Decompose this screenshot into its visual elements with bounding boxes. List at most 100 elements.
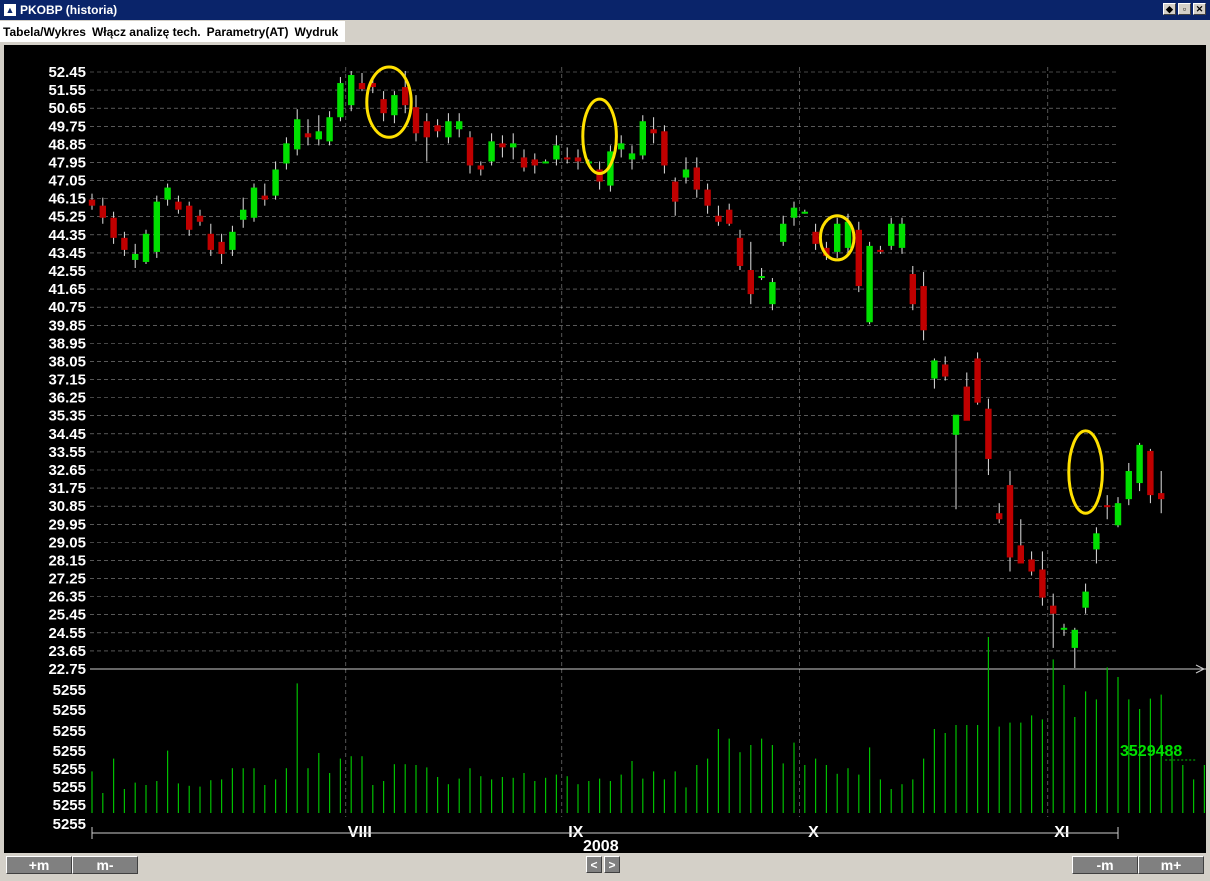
candle-body: [834, 223, 841, 252]
candle-body: [391, 95, 398, 116]
annotation-circle: [1067, 429, 1104, 515]
candle-body: [898, 223, 906, 248]
window-controls: ◆ ▫ ✕: [1163, 3, 1206, 15]
volume-tick-label: 5255: [53, 779, 86, 796]
zoom-in-left-button[interactable]: +m: [6, 856, 72, 874]
volume-tick-label: 5255: [53, 761, 86, 778]
candle-body: [358, 83, 366, 90]
candle-body: [909, 274, 916, 305]
candle-body: [704, 189, 711, 206]
candle-body: [1050, 605, 1057, 614]
price-tick-label: 45.25: [48, 209, 86, 226]
price-tick-label: 39.85: [48, 317, 86, 334]
candle-body: [564, 157, 571, 160]
candle-body: [456, 121, 463, 130]
title-bar: ▲ PKOBP (historia) ◆ ▫ ✕: [0, 0, 1210, 20]
price-tick-label: 27.25: [48, 571, 86, 588]
price-tick-label: 24.55: [48, 625, 86, 642]
candle-body: [326, 117, 333, 142]
candle-body: [1114, 503, 1122, 526]
candle-body: [499, 143, 506, 148]
menu-bar: Tabela/Wykres Włącz analizę tech. Parame…: [0, 21, 345, 42]
candle-body: [240, 209, 247, 220]
candle-body: [866, 245, 873, 323]
candle-body: [1028, 559, 1035, 572]
candle-body: [1006, 485, 1014, 558]
volume-tick-label: 5255: [53, 723, 86, 740]
candle-body: [985, 408, 992, 459]
price-tick-label: 51.55: [48, 82, 86, 99]
menu-table-chart[interactable]: Tabela/Wykres: [0, 25, 89, 39]
candle-body: [942, 364, 949, 377]
candle-body: [801, 211, 808, 214]
menu-tech-analysis[interactable]: Włącz analizę tech.: [89, 25, 204, 39]
price-tick-label: 40.75: [48, 299, 86, 316]
candle-body: [758, 276, 765, 279]
price-tick-label: 49.75: [48, 118, 86, 135]
candlestick-chart: 52.4551.5550.6549.7548.8547.95 47.0546.15…: [48, 64, 1206, 841]
candle-body: [888, 223, 895, 246]
candle-body: [196, 215, 204, 222]
menu-parameters[interactable]: Parametry(AT): [204, 25, 292, 39]
last-volume-value: 3529488: [1120, 743, 1182, 760]
candle-body: [618, 143, 625, 150]
price-tick-label: 38.95: [48, 335, 86, 352]
price-tick-label: 23.65: [48, 643, 86, 660]
candle-body: [553, 145, 560, 160]
candle-body: [520, 157, 528, 168]
candle-body: [1039, 569, 1046, 598]
candle-body: [272, 169, 279, 196]
candle-body: [445, 121, 452, 138]
candle-body: [574, 157, 582, 162]
candle-body: [672, 181, 679, 202]
candle-body: [952, 414, 960, 435]
candle-body: [1136, 444, 1143, 484]
candle-body: [542, 161, 549, 164]
chart-area[interactable]: 52.45 51.55 50.65 49.75 48.85 47.95 47.05 46.15…: [4, 45, 1206, 853]
volume-tick-label: 5255: [53, 743, 86, 760]
app-icon: ▲: [4, 4, 16, 16]
candle-body: [88, 199, 96, 206]
candle-body: [1147, 450, 1154, 496]
candle-body: [510, 143, 517, 148]
candle-body: [218, 241, 225, 254]
candle-body: [812, 231, 819, 244]
prev-button[interactable]: <: [586, 856, 602, 873]
candle-body: [531, 159, 538, 166]
candle-body: [261, 195, 268, 200]
candle-body: [877, 249, 884, 252]
candle-body: [207, 233, 214, 250]
candle-body: [229, 231, 236, 250]
year-label: 2008: [583, 838, 619, 855]
zoom-out-left-button[interactable]: m-: [72, 856, 138, 874]
zoom-in-right-button[interactable]: m+: [1138, 856, 1204, 874]
candle-body: [639, 121, 646, 156]
candle-body: [693, 167, 700, 190]
candle-body: [434, 125, 441, 132]
close-icon[interactable]: ✕: [1193, 3, 1206, 15]
volume-tick-label: 5255: [53, 797, 86, 814]
candle-body: [920, 286, 927, 331]
candle-body: [132, 253, 139, 260]
menu-print[interactable]: Wydruk: [291, 25, 341, 39]
price-tick-label: 22.75: [48, 661, 86, 678]
next-button[interactable]: >: [604, 856, 620, 873]
candle-body: [790, 207, 798, 218]
candle-body: [1104, 505, 1111, 508]
restore-icon[interactable]: ◆: [1163, 3, 1176, 15]
price-tick-label: 35.35: [48, 408, 86, 425]
candle-body: [488, 141, 495, 162]
zoom-out-right-button[interactable]: -m: [1072, 856, 1138, 874]
candle-body: [1017, 545, 1024, 564]
price-tick-label: 48.85: [48, 136, 86, 153]
maximize-icon[interactable]: ▫: [1178, 3, 1191, 15]
window-title: PKOBP (historia): [20, 3, 118, 17]
candle-body: [715, 215, 722, 222]
price-tick-label: 38.05: [48, 353, 86, 370]
price-tick-label: 47.95: [48, 154, 86, 171]
price-tick-label: 36.25: [48, 390, 86, 407]
candle-body: [380, 99, 387, 114]
candle-body: [412, 107, 420, 134]
price-tick-label: 44.35: [48, 227, 86, 244]
candle-body: [726, 209, 733, 224]
